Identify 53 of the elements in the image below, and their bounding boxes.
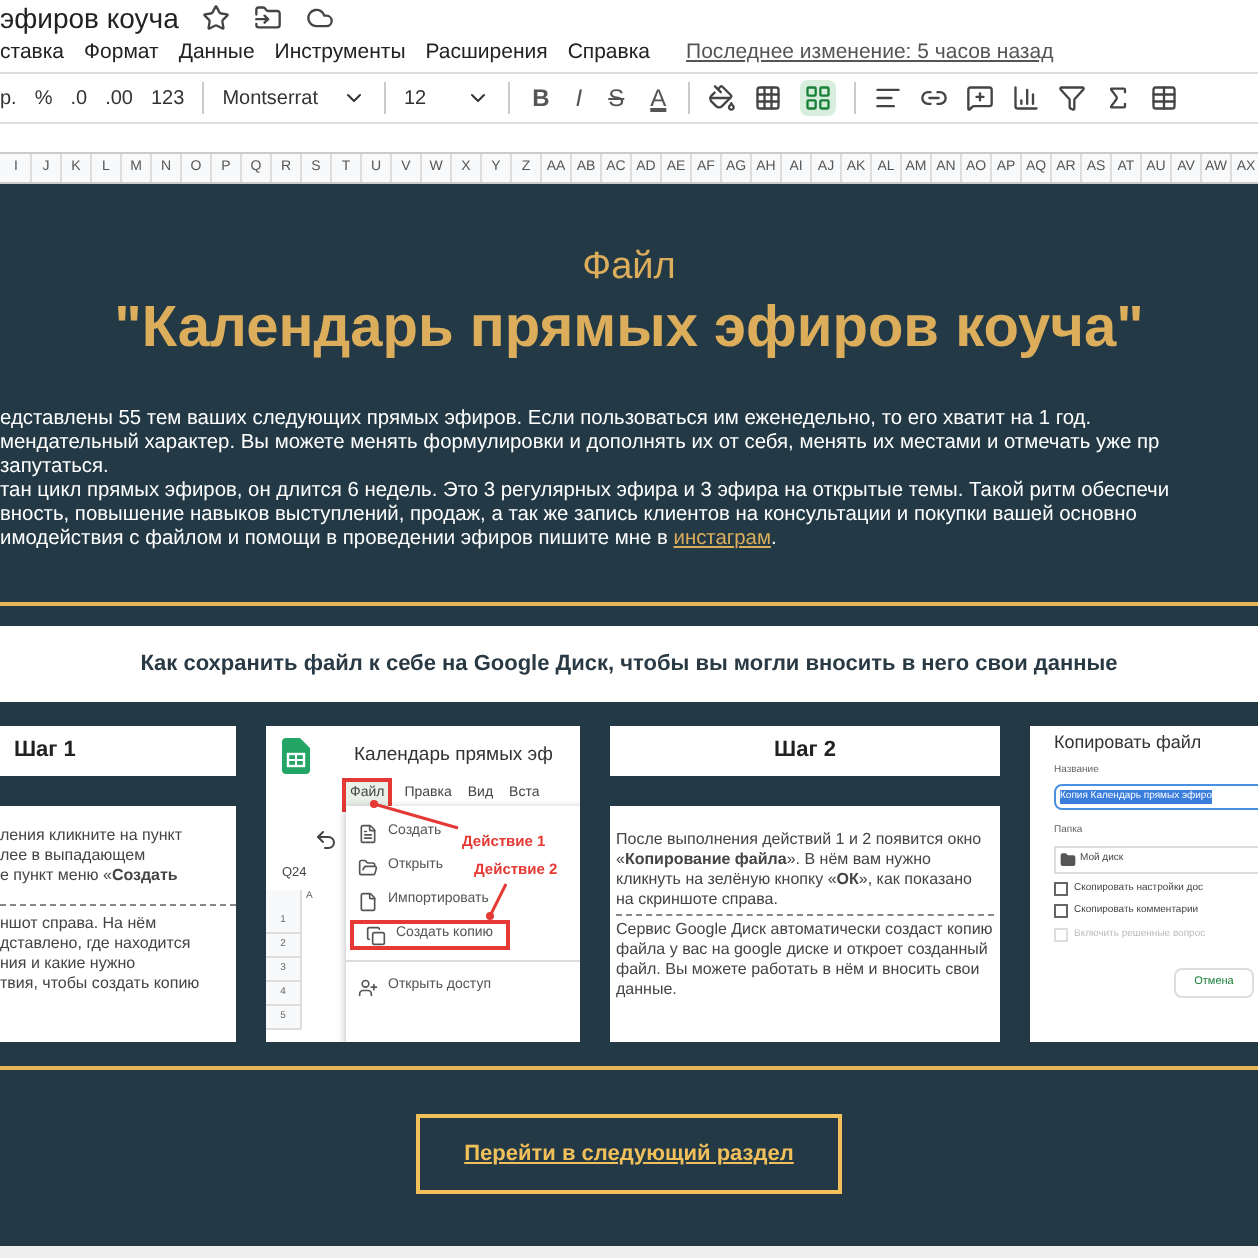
format-button[interactable]: I xyxy=(571,80,587,116)
spreadsheet-logo-icon xyxy=(282,738,310,774)
comment-icon[interactable] xyxy=(966,84,995,112)
format-button[interactable]: B xyxy=(528,80,554,116)
number-format-button[interactable]: .00 xyxy=(105,83,133,113)
number-format-button[interactable]: 123 xyxy=(151,83,185,113)
number-format-button[interactable]: % xyxy=(34,83,53,113)
menu-item[interactable]: Расширения xyxy=(425,38,548,70)
folder-icon xyxy=(1060,851,1076,867)
screenshot-title: Календарь прямых эф xyxy=(354,741,553,770)
document-title[interactable]: эфиров коуча xyxy=(0,4,179,32)
undo-icon xyxy=(314,827,338,851)
align-icon[interactable] xyxy=(874,84,903,112)
folder-icon[interactable] xyxy=(254,4,283,32)
document-icon xyxy=(358,823,378,843)
last-edit-link[interactable]: Последнее изменение: 5 часов назад xyxy=(686,38,1054,70)
menu-item[interactable]: Справка xyxy=(567,38,651,70)
format-button[interactable]: A xyxy=(646,80,671,116)
menu-item[interactable]: ставка xyxy=(0,38,65,70)
annotation-arrow xyxy=(486,880,510,920)
next-section-button[interactable]: Перейти в следующий раздел xyxy=(416,1114,842,1194)
format-button[interactable]: S xyxy=(604,80,629,116)
howto-heading: Как сохранить файл к себе на Google Диск, чтобы вы могли вносить в него свои данные xyxy=(140,649,1118,680)
table-icon[interactable] xyxy=(1150,84,1179,112)
step-text: ления кликните на пункт лее в выпадающем е пункт меню «Создать xyxy=(0,826,185,886)
section-kicker: Файл xyxy=(582,244,676,292)
number-format-button[interactable]: р. xyxy=(0,83,17,113)
number-format-button[interactable]: .0 xyxy=(70,83,88,113)
filter-icon[interactable] xyxy=(1058,84,1087,112)
dialog-title: Копировать файл xyxy=(1054,730,1204,756)
copy-icon xyxy=(366,925,386,945)
font-dropdown[interactable]: Montserrat xyxy=(222,83,366,113)
step-text: После выполнения действий 1 и 2 появится окно «Копирование файла». В нём вам нужно кликнуть на зелёную кнопку «ОК», как показано на скриншоте справа. xyxy=(616,830,984,910)
step-text: ншот справа. На нём дставлено, где находится ния и какие нужно твия, чтобы создать копию xyxy=(0,914,202,994)
font-size-dropdown[interactable]: 12 xyxy=(403,83,491,113)
fill-color-icon[interactable] xyxy=(708,84,737,112)
merge-cells-button[interactable] xyxy=(800,80,837,116)
star-icon[interactable] xyxy=(202,4,231,32)
instagram-link[interactable]: инстаграм xyxy=(673,528,771,550)
hero-title: "Календарь прямых эфиров коуча" xyxy=(114,293,1144,364)
cloud-icon[interactable] xyxy=(306,4,335,32)
add-person-icon xyxy=(358,977,378,997)
folder-icon xyxy=(358,857,378,877)
step-text: Сервис Google Диск автоматически создаст копию файла у вас на google диске и откроет созданный файл. Вы можете работать в нём и вносить свои данные. xyxy=(616,920,994,1000)
menu-item[interactable]: Формат xyxy=(84,38,159,70)
file-icon xyxy=(358,891,378,911)
borders-icon[interactable] xyxy=(754,84,783,112)
step-title: Шаг 2 xyxy=(774,736,836,767)
intro-paragraph: едставлены 55 тем ваших следующих прямых эфиров. Если пользоваться им еженедельно, то его хватит на 1 год. мендательный характер. Вы можете менять формулировки и дополнять их от себя, менять их местами и отмечать уже пр запутаться. тан цикл прямых эфиров, он длится 6 недель. Это 3 регулярных эфира и 3 эфира на открытые темы. Такой ритм обеспечи вность, повышение навыков выступлений, продаж, а так же запись клиентов на консультации и покупки вашей основно имодействия с файлом и помощи в проведении эфиров пишите мне в инстаграм. xyxy=(0,408,1172,552)
menu-item[interactable]: Инструменты xyxy=(274,38,406,70)
menu-item[interactable]: Данные xyxy=(178,38,255,70)
chart-icon[interactable] xyxy=(1012,84,1041,112)
step-title: Шаг 1 xyxy=(14,736,76,767)
